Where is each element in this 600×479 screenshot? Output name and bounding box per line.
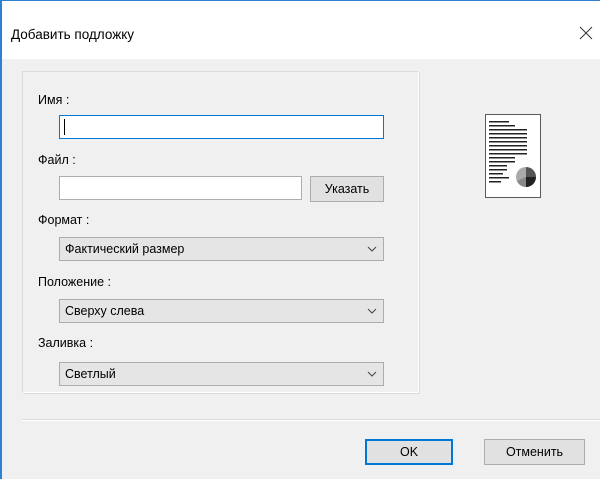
title-bar: Добавить подложку: [2, 1, 600, 59]
footer-separator: [22, 419, 600, 421]
position-select-value: Сверху слева: [65, 304, 145, 318]
format-select-value: Фактический размер: [65, 242, 185, 256]
chevron-down-icon: [367, 308, 377, 314]
fill-select-value: Светлый: [65, 367, 116, 381]
fill-select[interactable]: Светлый: [59, 362, 384, 386]
file-input[interactable]: [59, 176, 302, 200]
page-preview: [485, 114, 541, 198]
close-button[interactable]: [574, 21, 598, 45]
fill-label: Заливка :: [38, 336, 94, 350]
file-label: Файл :: [38, 153, 76, 167]
format-label: Формат :: [38, 213, 90, 227]
position-select[interactable]: Сверху слева: [59, 299, 384, 323]
format-select[interactable]: Фактический размер: [59, 237, 384, 261]
ok-button[interactable]: OK: [365, 439, 453, 465]
name-label: Имя :: [38, 93, 70, 107]
text-caret: [64, 119, 65, 135]
browse-button[interactable]: Указать: [310, 176, 384, 202]
position-label: Положение :: [38, 275, 112, 289]
page-preview-icon: [489, 121, 536, 187]
cancel-button[interactable]: Отменить: [484, 439, 585, 465]
add-watermark-dialog: Добавить подложку Имя : Файл : Указать Ф…: [0, 0, 600, 479]
chevron-down-icon: [367, 246, 377, 252]
close-icon: [579, 26, 593, 40]
chevron-down-icon: [367, 371, 377, 377]
dialog-title: Добавить подложку: [11, 27, 135, 42]
name-input[interactable]: [59, 115, 384, 139]
